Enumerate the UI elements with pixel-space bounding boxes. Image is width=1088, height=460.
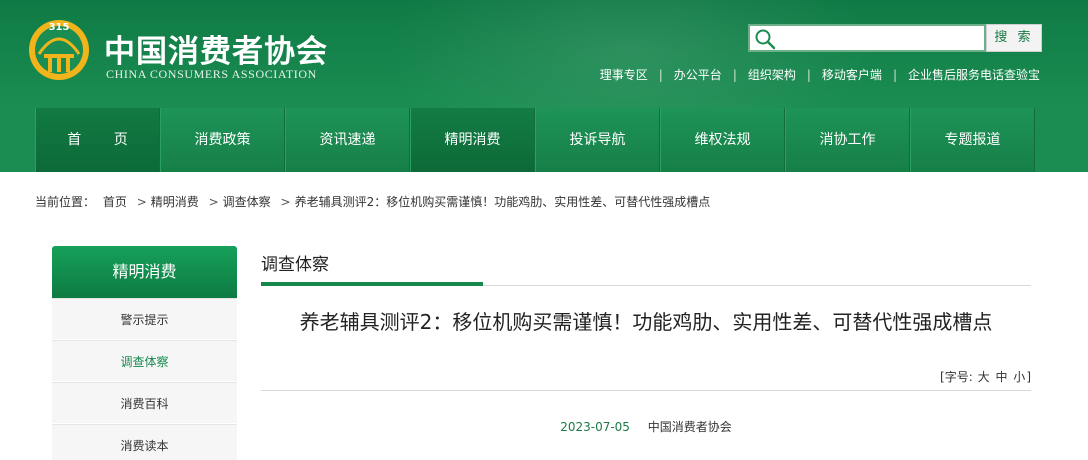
font-size-small[interactable]: 小 [1013, 370, 1025, 384]
sidebar-item-warnings[interactable]: 警示提示 [52, 298, 237, 340]
article-title: 养老辅具测评2：移位机购买需谨慎！功能鸡肋、实用性差、可替代性强成槽点 [299, 310, 993, 334]
top-links: 理事专区 | 办公平台 | 组织架构 | 移动客户端 | 企业售后服务电话查验宝 [600, 66, 1040, 83]
nav-item-news[interactable]: 资讯速递 [285, 108, 410, 172]
font-size-open: [字号: [940, 370, 973, 384]
breadcrumb-survey[interactable]: 调查体察 [223, 195, 271, 209]
breadcrumb-prefix: 当前位置： [35, 195, 96, 209]
cca-logo-icon[interactable]: 315 [26, 16, 92, 82]
article-source: 中国消费者协会 [647, 420, 732, 434]
toplink-separator: | [806, 68, 811, 82]
search-icon [755, 29, 776, 50]
section-label: 调查体察 [261, 255, 329, 275]
sidebar-item-reader[interactable]: 消费读本 [52, 424, 237, 460]
breadcrumb-separator: > [136, 195, 147, 209]
toplink-council[interactable]: 理事专区 [600, 68, 648, 82]
toplink-service-check[interactable]: 企业售后服务电话查验宝 [908, 68, 1040, 82]
toplink-separator: | [658, 68, 663, 82]
nav-item-association-work[interactable]: 消协工作 [785, 108, 910, 172]
nav-item-complaint[interactable]: 投诉导航 [535, 108, 660, 172]
font-size-large[interactable]: 大 [978, 370, 990, 384]
breadcrumb-separator: > [208, 195, 219, 209]
font-size-close: ] [1026, 370, 1031, 384]
breadcrumb-current: 养老辅具测评2：移位机购买需谨慎！功能鸡肋、实用性差、可替代性强成槽点 [294, 195, 711, 209]
font-size-control: [字号: 大 中 小] [940, 368, 1031, 385]
toplink-mobile[interactable]: 移动客户端 [822, 68, 882, 82]
font-size-medium[interactable]: 中 [995, 370, 1007, 384]
breadcrumb-home[interactable]: 首页 [103, 195, 127, 209]
logo-english-name: CHINA CONSUMERS ASSOCIATION [106, 67, 317, 81]
toplink-separator: | [892, 68, 897, 82]
breadcrumb: 当前位置： 首页 > 精明消费 > 调查体察 > 养老辅具测评2：移位机购买需谨慎！功… [35, 193, 714, 210]
breadcrumb-smart-consumption[interactable]: 精明消费 [151, 195, 199, 209]
logo-chinese-name[interactable]: 中国消费者协会 [104, 26, 328, 71]
sidebar-item-survey[interactable]: 调查体察 [52, 340, 237, 382]
nav-item-law[interactable]: 维权法规 [660, 108, 785, 172]
main-nav: 首 页 消费政策 资讯速递 精明消费 投诉导航 维权法规 消协工作 专题报道 [0, 108, 1088, 172]
search-box [748, 24, 986, 52]
search-button[interactable]: 搜 索 [986, 24, 1042, 52]
nav-item-home[interactable]: 首 页 [35, 108, 160, 172]
logo-emblem-number: 315 [49, 22, 70, 33]
nav-item-special-reports[interactable]: 专题报道 [910, 108, 1035, 172]
article-date: 2023-07-05 [560, 420, 630, 434]
title-divider [261, 390, 1031, 391]
breadcrumb-separator: > [280, 195, 291, 209]
search-input[interactable] [778, 28, 978, 48]
toplink-organization[interactable]: 组织架构 [748, 68, 796, 82]
header-glow [380, 0, 880, 108]
site-header: 315 中国消费者协会 CHINA CONSUMERS ASSOCIATION … [0, 0, 1088, 108]
sidebar-title: 精明消费 [52, 246, 237, 298]
toplink-office[interactable]: 办公平台 [674, 68, 722, 82]
article-meta: 2023-07-05 中国消费者协会 [261, 418, 1031, 435]
sidebar: 精明消费 警示提示 调查体察 消费百科 消费读本 [52, 246, 237, 460]
nav-item-smart-consumption[interactable]: 精明消费 [410, 108, 535, 172]
section-header: 调查体察 [261, 246, 1031, 286]
toplink-separator: | [732, 68, 737, 82]
section-underline [261, 282, 483, 286]
sidebar-item-encyclopedia[interactable]: 消费百科 [52, 382, 237, 424]
nav-item-policy[interactable]: 消费政策 [160, 108, 285, 172]
